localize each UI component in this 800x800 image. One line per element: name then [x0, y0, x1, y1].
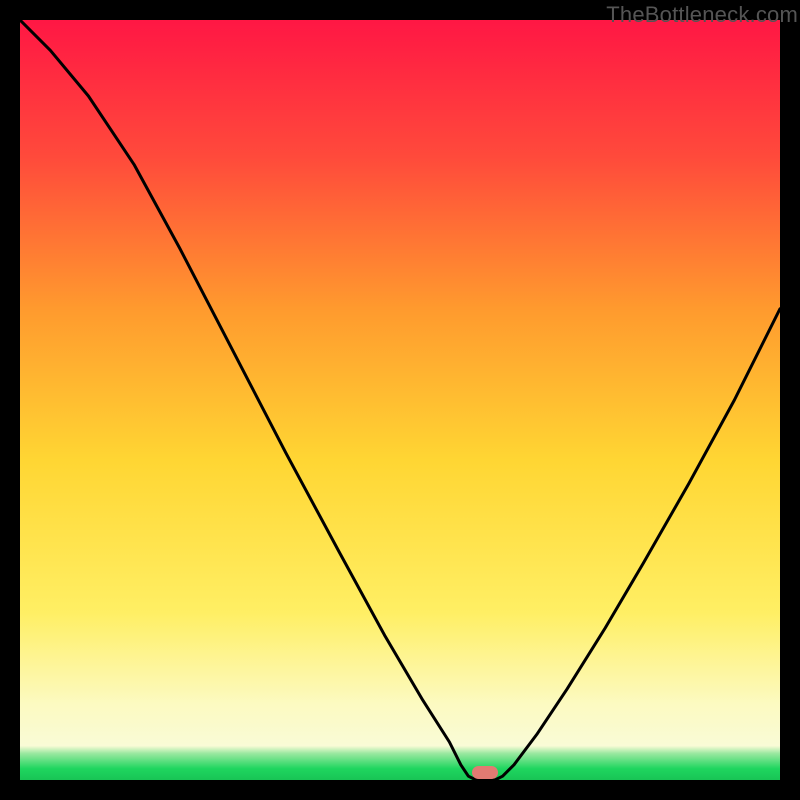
- watermark-label: TheBottleneck.com: [606, 2, 798, 28]
- optimal-zone-marker: [472, 766, 498, 780]
- chart-frame: TheBottleneck.com: [0, 0, 800, 800]
- plot-area: [20, 20, 780, 780]
- bottleneck-curve: [20, 20, 780, 780]
